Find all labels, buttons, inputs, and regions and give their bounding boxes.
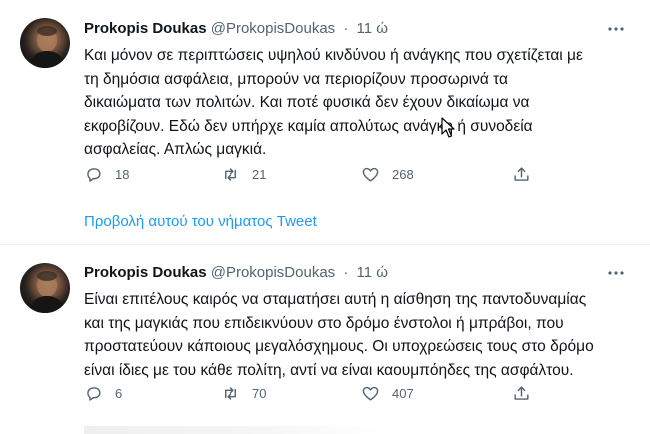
show-thread-link[interactable]: Προβολή αυτού του νήματος Tweet xyxy=(84,213,317,230)
tweet-1[interactable]: Prokopis Doukas @ProkopisDoukas · 11 ώ Κ… xyxy=(0,0,650,230)
retweet-icon xyxy=(221,165,240,184)
tweet-divider xyxy=(0,244,650,245)
tweet-actions: 6 70 407 xyxy=(84,384,544,404)
tweet-timestamp[interactable]: 11 ώ xyxy=(357,264,388,281)
retweet-count: 21 xyxy=(252,167,267,182)
reply-button[interactable]: 6 xyxy=(84,384,122,403)
tweet-text-line: εκφοβίζουν. Εδώ δεν υπήρχε καμία απολύτω… xyxy=(84,117,533,135)
heart-icon xyxy=(361,165,380,184)
reply-icon xyxy=(84,384,103,403)
reply-icon xyxy=(84,165,103,184)
retweet-button[interactable]: 21 xyxy=(221,165,266,184)
tweet-header: Prokopis Doukas @ProkopisDoukas · 11 ώ xyxy=(84,263,388,283)
tweet-text: Και μόνον σε περιπτώσεις υψηλού κινδύνου… xyxy=(84,44,604,162)
like-count: 407 xyxy=(392,386,414,401)
retweet-count: 70 xyxy=(252,386,267,401)
retweet-icon xyxy=(221,384,240,403)
reply-count: 18 xyxy=(115,167,130,182)
like-button[interactable]: 268 xyxy=(361,165,414,184)
tweet-header: Prokopis Doukas @ProkopisDoukas · 11 ώ xyxy=(84,19,388,39)
like-count: 268 xyxy=(392,167,414,182)
next-tweet-preview xyxy=(84,426,384,434)
author-handle[interactable]: @ProkopisDoukas xyxy=(211,264,335,281)
share-icon xyxy=(512,384,531,403)
mouse-cursor-icon xyxy=(441,117,455,139)
tweet-text-line: Και μόνον σε περιπτώσεις υψηλού κινδύνου… xyxy=(84,47,583,64)
tweet-text-line: προστατεύουν κάποιους μεγαλόσχημους. Οι … xyxy=(84,338,594,355)
reply-count: 6 xyxy=(115,386,123,401)
author-name[interactable]: Prokopis Doukas xyxy=(84,20,207,37)
twitter-thread-page: Prokopis Doukas @ProkopisDoukas · 11 ώ Κ… xyxy=(0,0,650,434)
avatar[interactable] xyxy=(20,18,70,68)
tweet-text-line: δικαιώματα των πολιτών. Και ποτέ φυσικά … xyxy=(84,94,530,111)
separator-dot: · xyxy=(343,264,349,281)
more-horizontal-icon[interactable] xyxy=(607,264,625,280)
tweet-text-line: και της μαγκιάς που επιδεικνύουν στο δρό… xyxy=(84,314,564,332)
author-handle[interactable]: @ProkopisDoukas xyxy=(211,20,335,37)
author-name[interactable]: Prokopis Doukas xyxy=(84,264,207,281)
share-button[interactable] xyxy=(512,384,531,403)
separator-dot: · xyxy=(343,20,349,37)
tweet-text-line: είναι ίδιες με του κάθε πολίτη, αντί να … xyxy=(84,361,574,379)
share-button[interactable] xyxy=(512,165,531,184)
more-horizontal-icon[interactable] xyxy=(607,20,625,36)
tweet-timestamp[interactable]: 11 ώ xyxy=(357,20,388,37)
tweet-text-line: ασφαλείας. Απλώς μαγκιά. xyxy=(84,141,267,158)
tweet-text: Είναι επιτέλους καιρός να σταματήσει αυτ… xyxy=(84,288,604,382)
avatar[interactable] xyxy=(20,263,70,313)
tweet-actions: 18 21 268 xyxy=(84,165,544,185)
retweet-button[interactable]: 70 xyxy=(221,384,266,403)
tweet-2[interactable]: Prokopis Doukas @ProkopisDoukas · 11 ώ Ε… xyxy=(0,255,650,405)
reply-button[interactable]: 18 xyxy=(84,165,129,184)
share-icon xyxy=(512,165,531,184)
heart-icon xyxy=(361,384,380,403)
like-button[interactable]: 407 xyxy=(361,384,414,403)
tweet-text-line: τη δημόσια ασφάλεια, μπορούν να περιορίζ… xyxy=(84,70,508,88)
tweet-text-line: Είναι επιτέλους καιρός να σταματήσει αυτ… xyxy=(84,291,587,308)
